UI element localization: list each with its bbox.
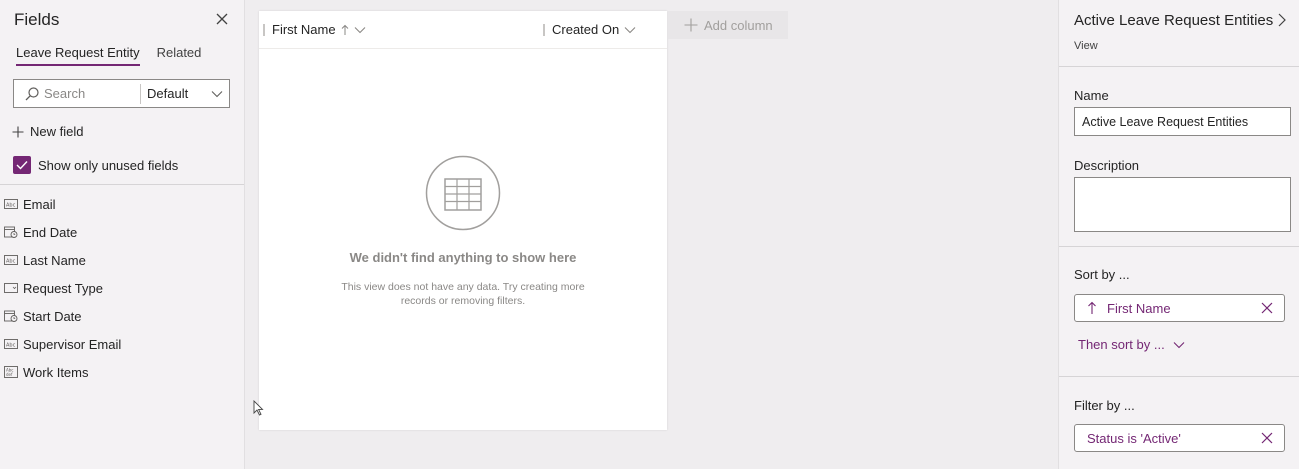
- new-field-button[interactable]: New field: [12, 124, 83, 139]
- text-field-icon: Abc: [4, 199, 18, 209]
- sort-field-value: First Name: [1107, 300, 1171, 316]
- sort-pill[interactable]: First Name: [1074, 294, 1285, 322]
- empty-state-description-line: records or removing filters.: [400, 295, 526, 307]
- show-unused-row: Show only unused fields: [13, 156, 178, 174]
- field-item-work-items[interactable]: Abc def Work Items: [4, 358, 121, 386]
- new-field-label: New field: [30, 124, 84, 139]
- show-unused-checkbox[interactable]: [13, 156, 31, 174]
- close-icon[interactable]: [213, 10, 231, 28]
- chevron-down-icon: [624, 26, 636, 33]
- filter-by-label: Filter by ...: [1074, 398, 1135, 413]
- divider: [1059, 66, 1299, 67]
- empty-table-icon: [425, 155, 501, 231]
- field-item-label: Work Items: [23, 364, 89, 380]
- divider: [0, 184, 244, 185]
- column-header-label: Created On: [552, 22, 620, 37]
- close-icon[interactable]: [1260, 301, 1274, 315]
- tab-related[interactable]: Related: [157, 45, 202, 66]
- divider: [1059, 376, 1299, 377]
- checkmark-icon: [16, 161, 28, 170]
- view-panel-title: Active Leave Request Entities: [1074, 12, 1274, 29]
- field-item-label: Last Name: [23, 252, 86, 268]
- text-field-icon: Abc: [4, 255, 18, 265]
- show-unused-label: Show only unused fields: [38, 157, 179, 173]
- svg-text:def: def: [6, 372, 13, 377]
- date-field-icon: [4, 310, 18, 322]
- filter-value: Status is 'Active': [1087, 430, 1181, 446]
- search-divider: [140, 83, 141, 104]
- field-item-label: Email: [23, 196, 56, 212]
- description-input[interactable]: [1074, 177, 1291, 232]
- chevron-down-icon: [1173, 341, 1185, 348]
- name-input[interactable]: [1074, 107, 1291, 136]
- choice-field-icon: [4, 283, 18, 293]
- name-label: Name: [1074, 88, 1109, 103]
- field-item-email[interactable]: Abc Email: [4, 190, 121, 218]
- svg-text:Abc: Abc: [6, 259, 16, 265]
- field-item-end-date[interactable]: End Date: [4, 218, 121, 246]
- tab-leave-request-entity[interactable]: Leave Request Entity: [16, 45, 140, 66]
- fields-panel-title: Fields: [14, 10, 60, 29]
- field-item-start-date[interactable]: Start Date: [4, 302, 121, 330]
- then-sort-by-button[interactable]: Then sort by ...: [1078, 337, 1185, 352]
- view-properties-panel: Active Leave Request Entities View Name …: [1058, 0, 1299, 469]
- field-item-last-name[interactable]: Abc Last Name: [4, 246, 121, 274]
- chevron-right-icon[interactable]: [1275, 12, 1289, 28]
- sort-ascending-icon: [1088, 301, 1096, 314]
- column-header-label: First Name: [272, 22, 336, 37]
- field-item-label: End Date: [23, 224, 78, 240]
- grid-header: First Name Created On: [259, 11, 667, 49]
- column-resize-handle[interactable]: [263, 23, 265, 36]
- field-item-supervisor-email[interactable]: Abc Supervisor Email: [4, 330, 121, 358]
- field-filter-dropdown[interactable]: Default: [147, 86, 229, 101]
- empty-state-description-line: This view does not have any data. Try cr…: [341, 281, 585, 293]
- fields-panel: Fields Leave Request Entity Related Defa…: [0, 0, 245, 469]
- chevron-down-icon: [354, 26, 365, 33]
- add-icon: [684, 18, 698, 32]
- close-icon[interactable]: [1260, 431, 1274, 445]
- field-list: Abc Email End Date Abc Last Name Request…: [4, 190, 121, 386]
- column-header-first-name[interactable]: First Name: [263, 22, 366, 37]
- column-resize-handle[interactable]: [543, 23, 545, 36]
- fields-tabs: Leave Request Entity Related: [16, 45, 201, 66]
- svg-text:Abc: Abc: [6, 203, 16, 209]
- text-field-icon: Abc: [4, 339, 18, 349]
- chevron-down-icon: [211, 90, 223, 97]
- sort-by-label: Sort by ...: [1074, 267, 1130, 282]
- then-sort-by-label: Then sort by ...: [1078, 337, 1165, 352]
- description-label: Description: [1074, 158, 1140, 173]
- field-item-request-type[interactable]: Request Type: [4, 274, 121, 302]
- filter-pill[interactable]: Status is 'Active': [1074, 424, 1285, 452]
- search-input[interactable]: [44, 86, 134, 101]
- field-item-label: Request Type: [23, 280, 103, 296]
- add-column-button[interactable]: Add column: [668, 11, 788, 39]
- view-panel-subtitle: View: [1074, 40, 1098, 52]
- sort-ascending-icon: [341, 24, 348, 35]
- date-field-icon: [4, 226, 18, 238]
- field-item-label: Start Date: [23, 308, 82, 324]
- multiline-text-field-icon: Abc def: [4, 366, 18, 378]
- field-item-label: Supervisor Email: [23, 336, 122, 352]
- empty-state-title: We didn't find anything to show here: [349, 250, 577, 265]
- field-filter-value: Default: [147, 86, 189, 101]
- search-icon: [25, 86, 39, 100]
- svg-text:Abc: Abc: [6, 343, 16, 349]
- empty-state-description: This view does not have any data. Try cr…: [339, 280, 587, 308]
- search-box: Default: [13, 79, 230, 108]
- add-icon: [12, 126, 24, 137]
- view-grid: First Name Created On We didn't find any…: [259, 11, 667, 430]
- column-header-created-on[interactable]: Created On: [543, 22, 636, 37]
- divider: [1059, 246, 1299, 247]
- add-column-label: Add column: [704, 17, 773, 33]
- mouse-cursor-icon: [253, 400, 264, 416]
